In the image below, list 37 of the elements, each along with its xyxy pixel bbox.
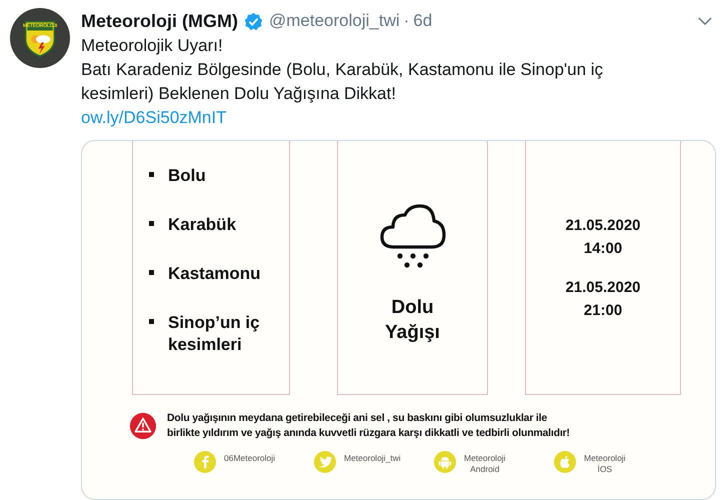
android-icon bbox=[434, 451, 456, 473]
social-label: Meteoroloji bbox=[464, 453, 506, 464]
tweet-time[interactable]: 6d bbox=[413, 11, 432, 31]
user-handle[interactable]: @meteoroloji_twi bbox=[268, 11, 400, 31]
tweet-text: Meteorolojik Uyarı! bbox=[81, 35, 224, 57]
region-name: Kastamonu bbox=[168, 263, 262, 285]
event-label: Dolu bbox=[391, 296, 434, 320]
period-time: 21:00 bbox=[584, 300, 622, 320]
tweet-link[interactable]: ow.ly/D6Si50zMnIT bbox=[81, 106, 226, 130]
region-name: Karabük bbox=[168, 214, 238, 236]
warning-text: Dolu yağışının meydana getirebileceği ani sel , su baskını gibi olumsuzluklar ile bbox=[167, 411, 548, 426]
separator: · bbox=[404, 11, 410, 31]
bullet-icon bbox=[149, 319, 154, 324]
social-label: Android bbox=[470, 464, 500, 475]
social-label: Meteoroloji bbox=[584, 453, 626, 464]
bullet-icon bbox=[149, 172, 154, 177]
period-date: 21.05.2020 bbox=[565, 216, 641, 236]
warning-icon bbox=[129, 412, 157, 440]
social-label: İOS bbox=[597, 464, 612, 475]
twitter-icon bbox=[314, 451, 336, 473]
infographic-card[interactable] bbox=[81, 140, 716, 500]
chevron-down-icon[interactable] bbox=[698, 16, 712, 26]
period-date: 21.05.2020 bbox=[565, 278, 641, 298]
period-time: 14:00 bbox=[584, 238, 622, 258]
hail-cloud-icon bbox=[378, 203, 448, 269]
author-name[interactable]: Meteoroloji (MGM) bbox=[81, 10, 238, 32]
event-label: Yağışı bbox=[385, 321, 440, 345]
facebook-icon bbox=[194, 451, 216, 473]
warning-text: birlikte yıldırım ve yağış anında kuvvetli rüzgara karşı dikkatli ve tedbirli olunmalıdır! bbox=[167, 426, 570, 441]
bullet-icon bbox=[149, 270, 154, 275]
region-name: Bolu bbox=[168, 165, 207, 187]
bullet-icon bbox=[149, 221, 154, 226]
social-label: 06Meteoroloji bbox=[224, 453, 276, 464]
social-label: Meteoroloji_twi bbox=[344, 453, 401, 464]
tweet-text: Batı Karadeniz Bölgesinde (Bolu, Karabük, Kastamonu ile Sinop'un iç kesimleri) Beklenen Dolu Yağışına Dikkat! bbox=[81, 59, 604, 105]
region-name: Sinop’un iç kesimleri bbox=[168, 312, 261, 356]
apple-icon bbox=[554, 451, 576, 473]
